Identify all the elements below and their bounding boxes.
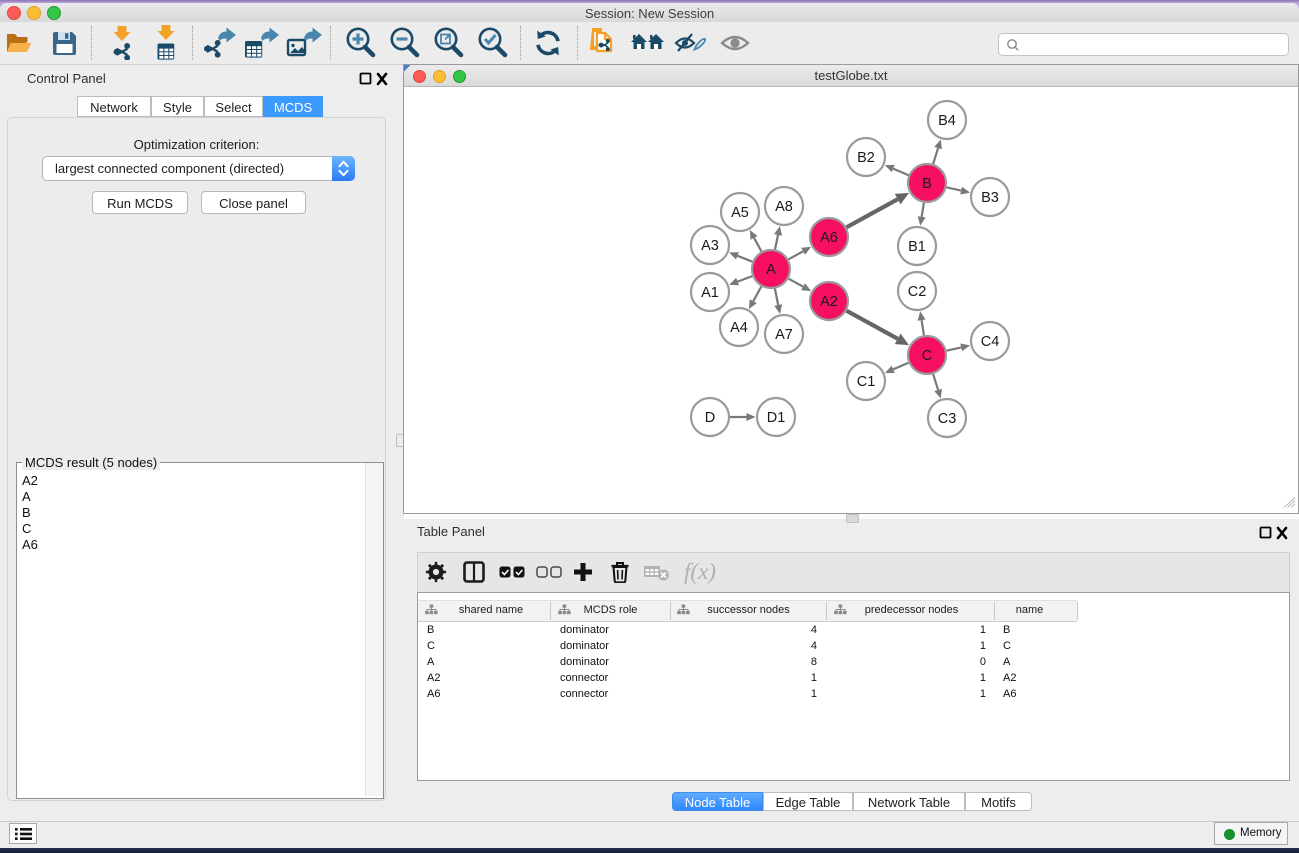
svg-text:B3: B3 <box>981 190 999 206</box>
svg-text:C4: C4 <box>981 334 1000 350</box>
svg-text:A3: A3 <box>701 238 719 254</box>
svg-text:B2: B2 <box>857 150 875 166</box>
svg-text:A7: A7 <box>775 327 793 343</box>
svg-text:A2: A2 <box>820 294 838 310</box>
svg-text:D: D <box>705 410 715 426</box>
svg-text:D1: D1 <box>767 410 786 426</box>
svg-text:A1: A1 <box>701 285 719 301</box>
svg-text:B: B <box>922 176 932 192</box>
svg-text:C: C <box>922 348 932 364</box>
svg-text:A8: A8 <box>775 199 793 215</box>
svg-text:A4: A4 <box>730 320 748 336</box>
svg-text:B1: B1 <box>908 239 926 255</box>
svg-text:C2: C2 <box>908 284 927 300</box>
svg-text:A6: A6 <box>820 230 838 246</box>
svg-text:B4: B4 <box>938 113 956 129</box>
svg-text:C1: C1 <box>857 374 876 390</box>
svg-text:A5: A5 <box>731 205 749 221</box>
svg-text:A: A <box>766 262 776 278</box>
svg-text:C3: C3 <box>938 411 957 427</box>
